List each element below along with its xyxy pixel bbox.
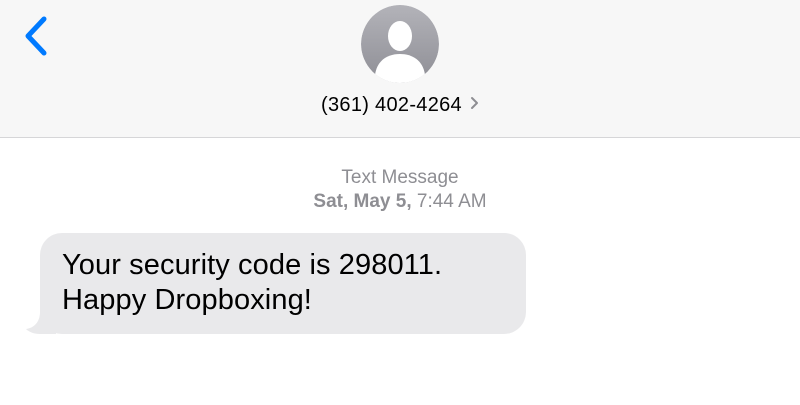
back-button[interactable] [18,14,58,58]
chevron-left-icon [25,16,47,56]
person-silhouette-icon [361,5,439,83]
chevron-right-icon [470,93,479,116]
thread-meta: Text Message Sat, May 5, 7:44 AM [0,166,800,214]
date-label: Sat, May 5, [313,191,412,212]
conversation-header: (361) 402-4264 [0,0,800,138]
message-bubble[interactable]: Your security code is 298011. Happy Drop… [40,233,526,334]
bubble-tail-icon [26,310,56,334]
message-text-line: Happy Dropboxing! [62,284,312,316]
contact-avatar[interactable] [361,5,439,83]
message-text-line: Your security code is 298011. [62,249,443,281]
contact-number: (361) 402-4264 [321,94,462,116]
contact-name-button[interactable]: (361) 402-4264 [0,93,800,117]
service-label: Text Message [341,167,459,188]
incoming-message[interactable]: Your security code is 298011. Happy Drop… [26,233,526,334]
time-label: 7:44 AM [416,191,487,212]
message-timestamp: Sat, May 5, 7:44 AM [0,190,800,214]
